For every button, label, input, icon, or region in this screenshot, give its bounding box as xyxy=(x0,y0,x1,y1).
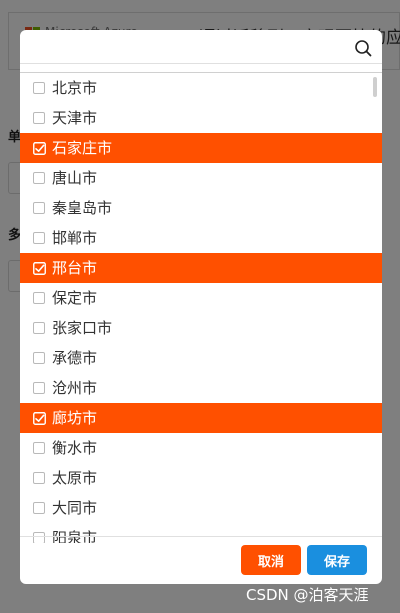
checkbox-checked-icon[interactable] xyxy=(33,412,46,425)
list-item[interactable]: 天津市 xyxy=(20,103,382,133)
list-item-label: 秦皇岛市 xyxy=(52,199,113,217)
list-item-label: 邯郸市 xyxy=(52,229,98,247)
list-item-label: 衡水市 xyxy=(52,439,98,457)
list-item[interactable]: 太原市 xyxy=(20,463,382,493)
checkbox-icon[interactable] xyxy=(33,352,45,364)
checkbox-icon[interactable] xyxy=(33,442,45,454)
list-item-label: 廊坊市 xyxy=(52,409,98,427)
city-picker-modal: 北京市天津市石家庄市唐山市秦皇岛市邯郸市邢台市保定市张家口市承德市沧州市廊坊市衡… xyxy=(20,30,382,584)
list-item[interactable]: 保定市 xyxy=(20,283,382,313)
checkbox-icon[interactable] xyxy=(33,292,45,304)
list-item-label: 唐山市 xyxy=(52,169,98,187)
list-item[interactable]: 沧州市 xyxy=(20,373,382,403)
list-item-label: 大同市 xyxy=(52,499,98,517)
list-item-label: 沧州市 xyxy=(52,379,98,397)
list-item[interactable]: 承德市 xyxy=(20,343,382,373)
list-item-label: 太原市 xyxy=(52,469,98,487)
search-icon-glyph xyxy=(355,40,372,57)
search-divider xyxy=(20,63,382,64)
list-item[interactable]: 邢台市 xyxy=(20,253,382,283)
list-item-label: 张家口市 xyxy=(52,319,113,337)
checkbox-checked-icon[interactable] xyxy=(33,142,46,155)
list-item-label: 北京市 xyxy=(52,79,98,97)
list-item-label: 石家庄市 xyxy=(52,139,113,157)
checkbox-icon[interactable] xyxy=(33,322,45,334)
list-item[interactable]: 大同市 xyxy=(20,493,382,523)
checkbox-icon[interactable] xyxy=(33,472,45,484)
checkbox-icon[interactable] xyxy=(33,232,45,244)
checkbox-icon[interactable] xyxy=(33,382,45,394)
cancel-button[interactable]: 取消 xyxy=(241,545,301,575)
search-icon[interactable] xyxy=(354,39,372,57)
list-item[interactable]: 石家庄市 xyxy=(20,133,382,163)
watermark: CSDN @泊客天涯 xyxy=(246,586,369,604)
list-item[interactable]: 唐山市 xyxy=(20,163,382,193)
list-item-label: 保定市 xyxy=(52,289,98,307)
checkbox-icon[interactable] xyxy=(33,502,45,514)
list-item[interactable]: 张家口市 xyxy=(20,313,382,343)
list-item[interactable]: 北京市 xyxy=(20,73,382,103)
list-item[interactable]: 廊坊市 xyxy=(20,403,382,433)
list-item-label: 承德市 xyxy=(52,349,98,367)
search-bar xyxy=(20,30,382,63)
list-scrollbar[interactable] xyxy=(373,77,377,97)
list-item[interactable]: 衡水市 xyxy=(20,433,382,463)
checkbox-icon[interactable] xyxy=(33,112,45,124)
list-item[interactable]: 秦皇岛市 xyxy=(20,193,382,223)
checkbox-checked-icon[interactable] xyxy=(33,262,46,275)
search-input[interactable] xyxy=(20,30,350,63)
checkbox-icon[interactable] xyxy=(33,172,45,184)
checkbox-icon[interactable] xyxy=(33,82,45,94)
list-item-label: 天津市 xyxy=(52,109,98,127)
modal-footer: 取消 保存 xyxy=(20,536,382,584)
list-item-label: 邢台市 xyxy=(52,259,98,277)
list-item[interactable]: 邯郸市 xyxy=(20,223,382,253)
city-list: 北京市天津市石家庄市唐山市秦皇岛市邯郸市邢台市保定市张家口市承德市沧州市廊坊市衡… xyxy=(20,73,382,543)
checkbox-icon[interactable] xyxy=(33,202,45,214)
save-button[interactable]: 保存 xyxy=(307,545,367,575)
